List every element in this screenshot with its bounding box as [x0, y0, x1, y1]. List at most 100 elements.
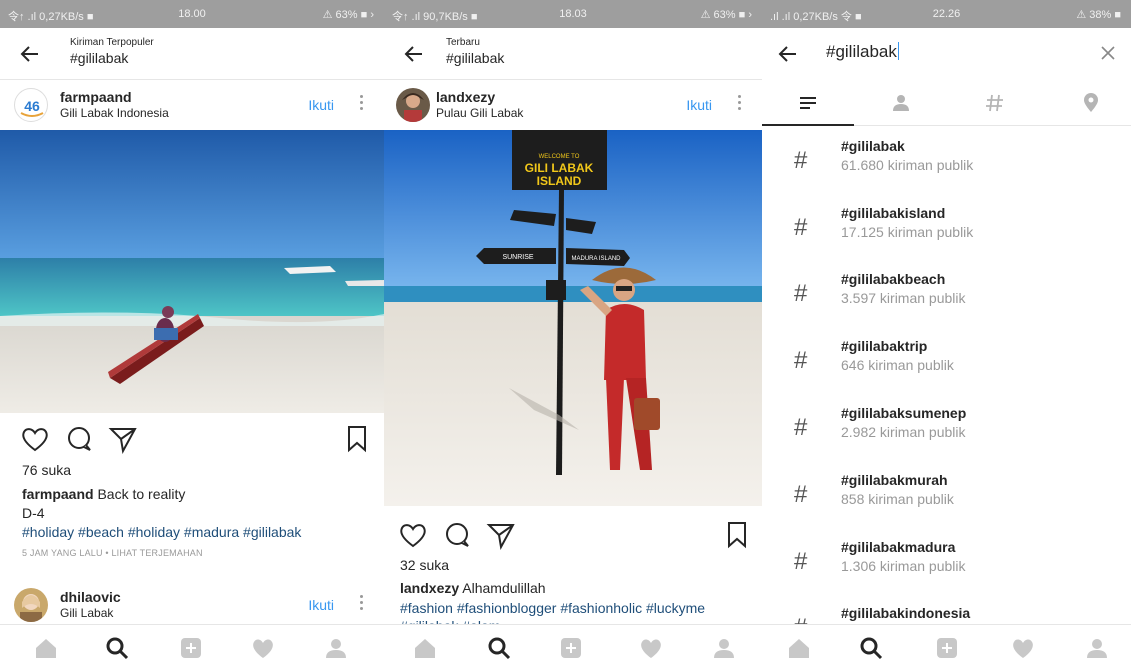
search-icon[interactable] — [104, 635, 130, 661]
more-icon[interactable] — [358, 93, 364, 115]
active-tab-indicator — [762, 124, 854, 126]
bottom-nav — [762, 624, 1131, 670]
add-icon[interactable] — [178, 635, 204, 661]
sign-welcome-text: WELCOME TO — [539, 154, 580, 160]
header-title: #gililabak — [446, 50, 505, 66]
list-item[interactable]: # #gililabaktrip 646 kiriman publik — [762, 333, 1131, 399]
list-item[interactable]: # #gililabakisland 17.125 kiriman publik — [762, 200, 1131, 266]
hashtag-icon: # — [794, 280, 808, 307]
heart-icon[interactable] — [398, 520, 428, 550]
more-icon[interactable] — [358, 593, 364, 615]
hashtag-icon: # — [794, 548, 808, 575]
hashtag-icon: # — [794, 481, 808, 508]
post-location[interactable]: Gili Labak Indonesia — [60, 106, 169, 120]
bookmark-icon[interactable] — [726, 520, 748, 550]
status-battery: ⚠ 38% ■ — [1076, 9, 1121, 21]
bottom-nav — [0, 624, 384, 670]
post-username[interactable]: dhilaovic — [60, 589, 121, 605]
back-arrow-icon[interactable] — [18, 42, 42, 66]
hashtag-post-count: 61.680 kiriman publik — [841, 157, 974, 173]
bookmark-icon[interactable] — [346, 424, 368, 454]
profile-icon[interactable] — [323, 635, 349, 661]
heart-icon[interactable] — [20, 424, 50, 454]
home-icon[interactable] — [33, 635, 59, 661]
search-tabs — [762, 80, 1131, 126]
post-username[interactable]: farmpaand — [60, 89, 132, 105]
hashtag-post-count: 2.982 kiriman publik — [841, 424, 966, 440]
close-icon[interactable] — [1099, 44, 1117, 62]
share-icon[interactable] — [486, 520, 516, 550]
caption-text: Back to reality — [97, 486, 186, 502]
hashtag-name: #gililabakbeach — [841, 271, 946, 287]
post-username[interactable]: landxezy — [436, 89, 495, 105]
back-arrow-icon[interactable] — [402, 42, 426, 66]
status-bar: .ıl .ıl 0,27KB/s 令 ■ 22.26 ⚠ 38% ■ — [762, 0, 1131, 28]
post-header: landxezy Pulau Gili Labak Ikuti — [384, 80, 762, 130]
top-bar: Kiriman Terpopuler #gililabak — [0, 28, 384, 80]
avatar[interactable] — [396, 88, 430, 122]
search-query: #gililabak — [826, 42, 897, 61]
activity-heart-icon[interactable] — [1010, 635, 1036, 661]
more-icon[interactable] — [736, 93, 742, 115]
post-header: 46 farmpaand Gili Labak Indonesia Ikuti — [0, 80, 384, 130]
caption-username[interactable]: farmpaand — [22, 486, 94, 502]
people-tab-icon[interactable] — [888, 90, 914, 116]
post-photo[interactable] — [0, 130, 384, 413]
post-location[interactable]: Gili Labak — [60, 606, 113, 620]
like-count[interactable]: 32 suka — [400, 557, 449, 573]
list-item[interactable]: # #gililabakmurah 858 kiriman publik — [762, 467, 1131, 533]
post-photo[interactable]: WELCOME TO GILI LABAK ISLAND SUNRISE MAD… — [384, 130, 762, 506]
places-tab-icon[interactable] — [1078, 90, 1104, 116]
status-battery: ⚠ 63% ■ › — [700, 9, 752, 21]
avatar[interactable]: 46 — [14, 88, 48, 122]
comment-icon[interactable] — [64, 424, 94, 454]
status-time: 18.00 — [178, 8, 206, 20]
post-caption: farmpaand Back to reality — [22, 486, 185, 502]
sign-sunrise-text: SUNRISE — [502, 254, 533, 261]
caption-hashtags[interactable]: #holiday #beach #holiday #madura #gilila… — [22, 524, 301, 540]
top-bar: Terbaru #gililabak — [384, 28, 762, 80]
follow-button[interactable]: Ikuti — [308, 97, 334, 113]
add-icon[interactable] — [558, 635, 584, 661]
profile-icon[interactable] — [711, 635, 737, 661]
top-tab-icon[interactable] — [795, 90, 821, 116]
add-icon[interactable] — [934, 635, 960, 661]
follow-button[interactable]: Ikuti — [686, 97, 712, 113]
activity-heart-icon[interactable] — [638, 635, 664, 661]
status-time: 22.26 — [932, 8, 961, 20]
follow-button[interactable]: Ikuti — [308, 597, 334, 613]
search-icon[interactable] — [858, 635, 884, 661]
hashtag-name: #gililabak — [841, 138, 905, 154]
list-item[interactable]: # #gililabak 61.680 kiriman publik — [762, 133, 1131, 199]
hashtag-icon: # — [794, 414, 808, 441]
share-icon[interactable] — [108, 424, 138, 454]
back-arrow-icon[interactable] — [776, 42, 800, 66]
hashtag-name: #gililabaksumenep — [841, 405, 967, 421]
caption-line-2: D-4 — [22, 505, 45, 521]
panel-popular-posts: 令↑ .ıl 0,27KB/s ■ 18.00 ⚠ 63% ■ › Kirima… — [0, 0, 384, 670]
header-subtitle: Kiriman Terpopuler — [70, 37, 154, 48]
search-bar: #gililabak — [762, 28, 1131, 80]
list-item[interactable]: # #gililabakmadura 1.306 kiriman publik — [762, 534, 1131, 600]
like-count[interactable]: 76 suka — [22, 462, 71, 478]
comment-icon[interactable] — [442, 520, 472, 550]
status-time: 18.03 — [559, 8, 587, 20]
list-item[interactable]: # #gililabaksumenep 2.982 kiriman publik — [762, 400, 1131, 466]
list-item[interactable]: # #gililabakbeach 3.597 kiriman publik — [762, 266, 1131, 332]
status-network: 令↑ .ıl 90,7KB/s ■ — [392, 11, 478, 23]
activity-heart-icon[interactable] — [250, 635, 276, 661]
hashtag-post-count: 646 kiriman publik — [841, 357, 954, 373]
caption-hashtags[interactable]: #fashion #fashionblogger #fashionholic #… — [400, 600, 705, 616]
status-network: 令↑ .ıl 0,27KB/s ■ — [8, 11, 94, 23]
avatar[interactable] — [14, 588, 48, 622]
home-icon[interactable] — [786, 635, 812, 661]
profile-icon[interactable] — [1084, 635, 1110, 661]
post-location[interactable]: Pulau Gili Labak — [436, 106, 523, 120]
home-icon[interactable] — [412, 635, 438, 661]
caption-username[interactable]: landxezy — [400, 580, 459, 596]
search-icon[interactable] — [486, 635, 512, 661]
post-meta[interactable]: 5 JAM YANG LALU • LIHAT TERJEMAHAN — [22, 548, 203, 558]
header-title: #gililabak — [70, 50, 129, 66]
search-input[interactable]: #gililabak — [826, 42, 899, 62]
tags-tab-icon[interactable] — [982, 90, 1008, 116]
